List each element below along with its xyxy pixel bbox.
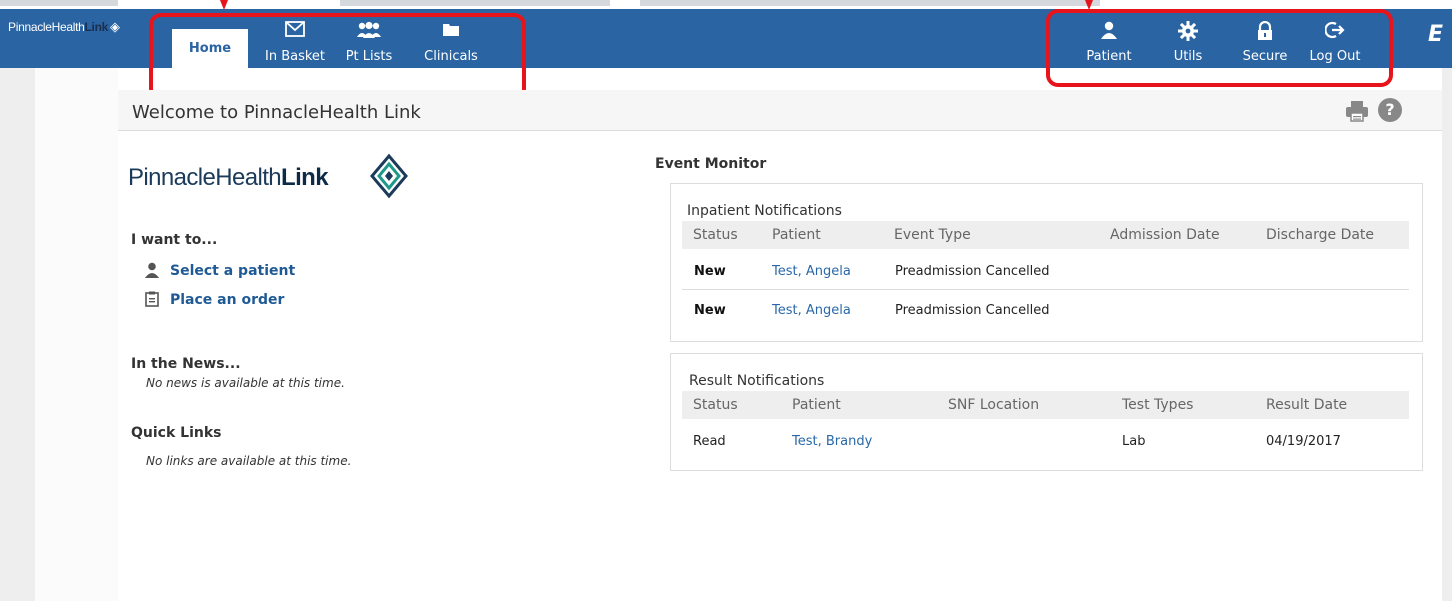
column-header[interactable]: Event Type xyxy=(894,227,971,243)
column-header[interactable]: SNF Location xyxy=(948,397,1039,413)
patient-link[interactable]: Test, Angela xyxy=(772,303,851,318)
event-monitor-title: Event Monitor xyxy=(655,156,767,172)
logo-text: PinnacleHealthLink xyxy=(128,164,329,192)
brand-text: PinnacleHealth xyxy=(8,20,85,34)
help-icon[interactable]: ? xyxy=(1378,98,1402,122)
place-order-link[interactable]: Place an order xyxy=(170,292,284,308)
inpatient-table-header: Status Patient Event Type Admission Date… xyxy=(682,221,1409,249)
result-table-header: Status Patient SNF Location Test Types R… xyxy=(682,391,1409,419)
annotation-arrow-icon xyxy=(220,0,228,10)
result-date-cell: 04/19/2017 xyxy=(1266,434,1341,449)
right-gutter xyxy=(1442,68,1452,601)
left-gutter xyxy=(0,68,35,601)
column-header[interactable]: Discharge Date xyxy=(1266,227,1374,243)
panel-header: Welcome to PinnacleHealth Link xyxy=(118,90,1442,131)
strip-segment xyxy=(0,0,118,6)
brand-diamond-icon: ◈ xyxy=(110,19,120,34)
person-icon xyxy=(144,262,160,278)
patient-link[interactable]: Test, Angela xyxy=(772,264,851,279)
pinnaclehealth-link-logo: PinnacleHealthLink xyxy=(128,152,428,202)
news-empty-text: No news is available at this time. xyxy=(146,376,345,390)
left-margin xyxy=(35,68,118,601)
partial-brand-mark: E xyxy=(1428,22,1444,47)
highlight-box-left-nav xyxy=(149,13,526,101)
status-cell: New xyxy=(694,303,726,318)
i-want-to-heading: I want to... xyxy=(131,232,218,248)
quick-links-heading: Quick Links xyxy=(131,425,222,441)
page-title: Welcome to PinnacleHealth Link xyxy=(132,102,421,123)
column-header[interactable]: Patient xyxy=(772,227,821,243)
inpatient-notifications-title: Inpatient Notifications xyxy=(687,203,842,219)
links-empty-text: No links are available at this time. xyxy=(146,454,352,468)
strip-segment xyxy=(640,0,1100,6)
column-header[interactable]: Status xyxy=(693,397,738,413)
logo-diamond-icon xyxy=(370,153,408,199)
top-strip xyxy=(0,0,1452,9)
select-patient-link[interactable]: Select a patient xyxy=(170,263,295,279)
patient-link[interactable]: Test, Brandy xyxy=(792,434,872,449)
status-cell: New xyxy=(694,264,726,279)
event-type-cell: Preadmission Cancelled xyxy=(895,303,1050,318)
status-cell: Read xyxy=(693,434,726,449)
brand-text-link: Link xyxy=(84,20,109,34)
test-types-cell: Lab xyxy=(1122,434,1146,449)
print-icon[interactable] xyxy=(1345,100,1369,122)
event-type-cell: Preadmission Cancelled xyxy=(895,264,1050,279)
clipboard-icon xyxy=(145,291,161,307)
logo-text-bold: Link xyxy=(281,164,329,191)
row-divider xyxy=(682,289,1409,290)
highlight-box-right-nav xyxy=(1046,9,1393,87)
strip-segment xyxy=(340,0,610,6)
logo-text-light: PinnacleHealth xyxy=(128,164,282,191)
result-notifications-title: Result Notifications xyxy=(689,373,825,389)
annotation-arrow-icon xyxy=(1085,0,1093,10)
brand-logo[interactable]: PinnacleHealthLink ◈ xyxy=(8,19,120,35)
column-header[interactable]: Patient xyxy=(792,397,841,413)
news-heading: In the News... xyxy=(131,356,241,372)
column-header[interactable]: Admission Date xyxy=(1110,227,1220,243)
column-header[interactable]: Test Types xyxy=(1122,397,1193,413)
column-header[interactable]: Status xyxy=(693,227,738,243)
column-header[interactable]: Result Date xyxy=(1266,397,1347,413)
